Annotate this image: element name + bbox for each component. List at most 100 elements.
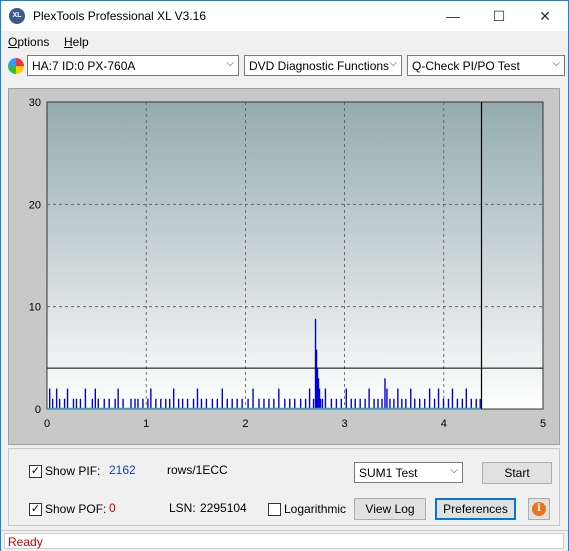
chart-bar xyxy=(51,398,54,409)
preferences-button[interactable]: Preferences xyxy=(435,498,516,520)
chart-bar xyxy=(94,388,97,409)
chart-bar xyxy=(263,398,265,409)
chart-bar xyxy=(200,398,203,409)
chart-bar xyxy=(470,398,472,409)
function-select[interactable]: DVD Diagnostic Functions ⌵ xyxy=(244,55,402,76)
y-tick-label: 0 xyxy=(35,404,41,416)
function-select-value: DVD Diagnostic Functions xyxy=(249,59,390,73)
chart-bar xyxy=(321,398,324,409)
chart-bar xyxy=(442,398,445,409)
chart-bar xyxy=(319,398,322,409)
info-button[interactable]: i xyxy=(528,498,550,520)
maximize-button[interactable]: ☐ xyxy=(476,1,522,31)
chart-bar xyxy=(91,398,94,409)
logarithmic-label: Logarithmic xyxy=(284,502,347,516)
chart-bar xyxy=(75,398,78,409)
menu-help[interactable]: Help xyxy=(64,35,89,49)
chart-bar xyxy=(384,378,386,409)
chart-bar xyxy=(330,398,333,409)
test-select-value: Q-Check PI/PO Test xyxy=(412,59,520,73)
chart-bar xyxy=(63,398,66,409)
chart-bar xyxy=(221,388,223,409)
show-pif-checkbox[interactable]: ✓ xyxy=(29,465,42,478)
pof-value: 0 xyxy=(109,501,116,515)
chart-bar xyxy=(137,398,139,409)
chart-bar xyxy=(84,388,87,409)
chart-panel: 0 1 2 3 4 5 0 10 20 30 xyxy=(8,88,560,445)
chart-bar xyxy=(377,398,379,409)
x-tick-label: 2 xyxy=(242,418,248,430)
chart-bar xyxy=(122,398,124,409)
menu-options-label: ptions xyxy=(17,35,50,49)
chart-bar xyxy=(252,388,254,409)
chart-bar xyxy=(393,398,395,409)
x-tick-label: 3 xyxy=(342,418,348,430)
chart-bar xyxy=(386,388,388,409)
chart-bar xyxy=(241,398,243,409)
x-tick-label: 4 xyxy=(441,418,447,430)
chart-bar xyxy=(165,398,167,409)
chart-bar xyxy=(335,398,338,409)
chart-bar xyxy=(231,398,233,409)
chart-bar xyxy=(475,398,477,409)
chart-bar xyxy=(66,388,69,409)
chart-bar xyxy=(368,388,370,409)
chart-bar xyxy=(181,398,184,409)
show-pof-checkbox[interactable]: ✓ xyxy=(29,503,42,516)
chart-bar xyxy=(169,398,171,409)
menu-bar: Options Help xyxy=(1,32,568,52)
chart-bar xyxy=(226,398,228,409)
y-tick-label: 20 xyxy=(29,199,41,211)
chart-bar xyxy=(160,398,162,409)
pif-unit: rows/1ECC xyxy=(167,463,228,477)
chart-bar xyxy=(236,398,238,409)
toolbar: HA:7 ID:0 PX-760A ⌵ DVD Diagnostic Funct… xyxy=(1,53,568,79)
chart-bar xyxy=(373,398,375,409)
test-select[interactable]: Q-Check PI/PO Test ⌵ xyxy=(407,55,565,76)
chart-bar xyxy=(312,398,315,409)
title-bar: XL PlexTools Professional XL V3.16 — ☐ ✕ xyxy=(1,1,568,31)
drive-select[interactable]: HA:7 ID:0 PX-760A ⌵ xyxy=(27,55,239,76)
minimize-button[interactable]: — xyxy=(430,1,476,31)
chart-bar xyxy=(324,388,327,409)
chevron-down-icon: ⌵ xyxy=(226,58,234,69)
chart-bar xyxy=(359,398,361,409)
chart-bar xyxy=(364,398,366,409)
chart-bar xyxy=(268,398,270,409)
menu-help-label: elp xyxy=(72,35,89,49)
chart-bar xyxy=(340,398,343,409)
start-button[interactable]: Start xyxy=(482,462,552,484)
menu-options-accel: O xyxy=(8,35,18,49)
chart-bar xyxy=(414,398,416,409)
main-window: XL PlexTools Professional XL V3.16 — ☐ ✕… xyxy=(0,0,569,551)
app-logo-icon: XL xyxy=(9,8,25,24)
chart-bar xyxy=(304,398,307,409)
menu-options[interactable]: Options xyxy=(8,35,49,49)
chart-bar xyxy=(397,388,399,409)
lsn-label: LSN: xyxy=(169,501,196,515)
chart-bar xyxy=(479,398,481,409)
chart-bar xyxy=(142,398,144,409)
disc-drive-icon xyxy=(8,58,24,74)
sum-test-select[interactable]: SUM1 Test ⌵ xyxy=(354,462,463,483)
chart-bar xyxy=(147,398,149,409)
chart-bar xyxy=(284,398,286,409)
close-button[interactable]: ✕ xyxy=(522,1,568,31)
chart-bar xyxy=(294,398,296,409)
chart-bar xyxy=(389,398,391,409)
lsn-value: 2295104 xyxy=(200,501,247,515)
chart-bar xyxy=(410,388,412,409)
chart-bar xyxy=(97,398,99,409)
chart-bar xyxy=(456,398,459,409)
chart-bar xyxy=(451,388,454,409)
show-pif-label: Show PIF: xyxy=(45,464,101,478)
status-bar: Ready xyxy=(1,530,568,551)
chart-bar xyxy=(350,398,352,409)
view-log-button[interactable]: View Log xyxy=(354,498,426,520)
chart-bar xyxy=(196,388,199,409)
controls-panel: ✓ Show PIF: 2162 rows/1ECC SUM1 Test ⌵ S… xyxy=(8,448,560,526)
logarithmic-checkbox[interactable] xyxy=(268,503,281,516)
pipo-chart: 0 1 2 3 4 5 0 10 20 30 xyxy=(29,97,546,430)
chart-bar xyxy=(216,398,219,409)
chart-bar xyxy=(130,398,132,409)
